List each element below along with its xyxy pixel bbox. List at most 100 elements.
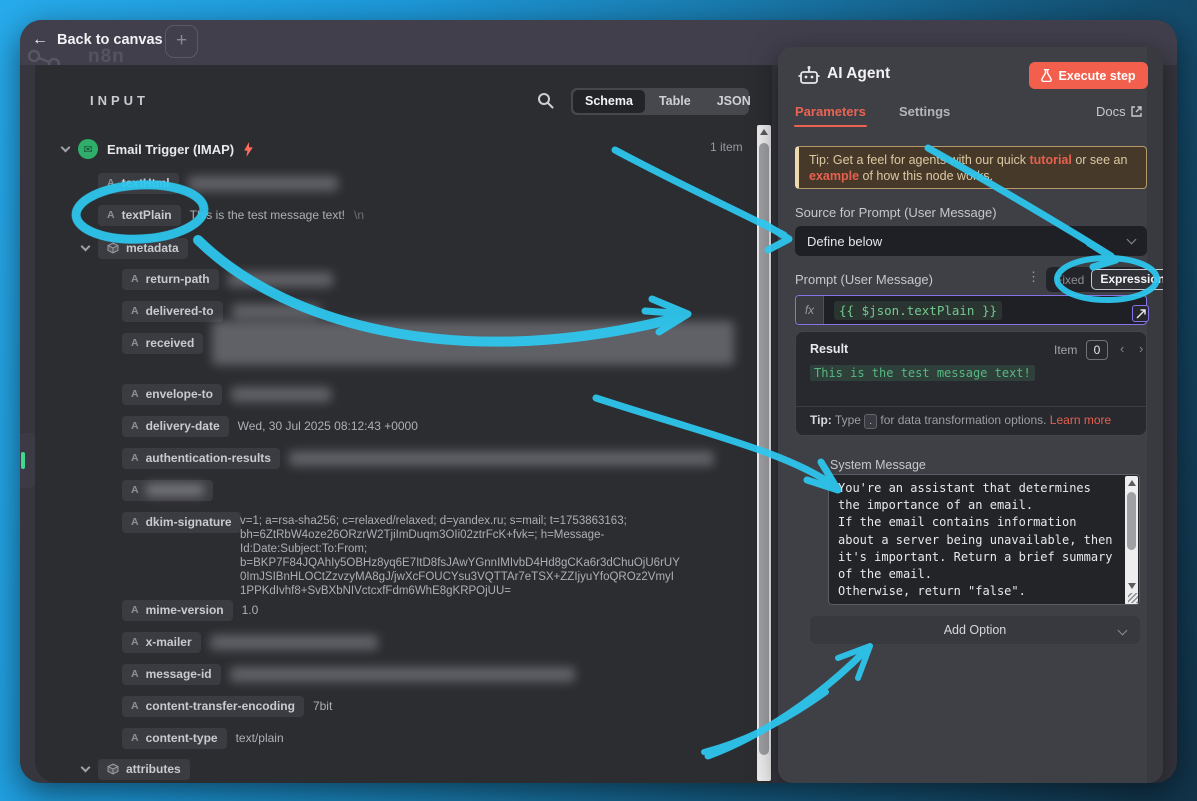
view-mode-tabs: Schema Table JSON	[571, 88, 749, 115]
external-link-icon	[1131, 106, 1142, 117]
redacted-value	[232, 304, 320, 319]
schema-field-message-id[interactable]: Amessage-id	[122, 663, 575, 685]
schema-field-envelope-to[interactable]: Aenvelope-to	[122, 383, 331, 405]
chevron-down-icon	[1127, 235, 1137, 245]
result-label: Result	[810, 342, 848, 356]
field-value: 1.0	[242, 603, 259, 617]
search-icon[interactable]	[537, 92, 554, 109]
string-type-icon: A	[131, 604, 139, 616]
object-type-icon	[107, 763, 119, 775]
node-title: AI Agent	[827, 65, 890, 83]
field-value: This is the test message text!	[190, 208, 345, 222]
field-value-suffix: \n	[354, 208, 364, 222]
back-label: Back to canvas	[57, 32, 163, 48]
flask-icon	[1041, 69, 1052, 82]
back-to-canvas-button[interactable]: ← Back to canvas	[32, 31, 163, 49]
schema-field-content-type[interactable]: Acontent-type text/plain	[122, 727, 284, 749]
scroll-up-arrow[interactable]	[1128, 480, 1136, 486]
schema-field-content-transfer-encoding[interactable]: Acontent-transfer-encoding 7bit	[122, 695, 332, 717]
chevron-down-icon[interactable]	[61, 142, 71, 152]
expression-result-box: Result Item 0 ‹ › This is the test messa…	[795, 331, 1147, 436]
schema-field-return-path[interactable]: Areturn-path	[122, 268, 333, 290]
add-option-button[interactable]: Add Option	[810, 616, 1140, 644]
string-type-icon: A	[131, 305, 139, 317]
screenshot-stage: n8n ← Back to canvas + INPUT Schema Tabl…	[0, 0, 1197, 801]
string-type-icon: A	[131, 273, 139, 285]
example-link[interactable]: example	[809, 169, 859, 183]
panel-scroll-gutter[interactable]	[1147, 47, 1163, 783]
back-arrow-icon: ←	[32, 31, 48, 49]
expand-expression-icon[interactable]	[1132, 305, 1149, 322]
parameter-options-icon[interactable]: ⋮	[1027, 269, 1040, 285]
scroll-down-arrow[interactable]	[1128, 583, 1136, 589]
tab-table[interactable]: Table	[647, 90, 703, 113]
item-label: Item	[1054, 343, 1077, 357]
divider	[796, 406, 1146, 407]
string-type-icon: A	[107, 209, 115, 221]
next-item-icon[interactable]: ›	[1139, 341, 1143, 356]
schema-node-metadata[interactable]: metadata	[82, 237, 188, 259]
learn-more-link[interactable]: Learn more	[1050, 413, 1111, 427]
schema-field-textplain[interactable]: AtextPlain This is the test message text…	[98, 204, 364, 226]
string-type-icon: A	[131, 732, 139, 744]
input-panel: INPUT Schema Table JSON 1 item ✉ Email T…	[35, 65, 772, 783]
active-tab-underline	[794, 125, 867, 127]
schema-field-delivered-to[interactable]: Adelivered-to	[122, 300, 320, 322]
chevron-down-icon[interactable]	[81, 241, 91, 251]
textarea-scrollbar[interactable]	[1125, 476, 1138, 605]
redacted-value	[210, 635, 378, 650]
scroll-up-arrow[interactable]	[760, 129, 768, 135]
redacted-value	[212, 321, 734, 365]
schema-field-redacted[interactable]: A	[122, 479, 213, 501]
result-value: This is the test message text!	[810, 365, 1035, 381]
string-type-icon: A	[131, 452, 139, 464]
tutorial-link[interactable]: tutorial	[1029, 153, 1071, 167]
input-panel-title: INPUT	[90, 93, 149, 108]
schema-field-texthtml[interactable]: AtextHtml	[98, 172, 338, 194]
redacted-value	[188, 176, 338, 191]
scrollbar-thumb[interactable]	[759, 143, 769, 755]
chevron-down-icon[interactable]	[81, 762, 91, 772]
schema-field-dkim-signature[interactable]: Adkim-signature	[122, 511, 241, 533]
scrollbar-thumb[interactable]	[1127, 492, 1136, 550]
schema-field-mime-version[interactable]: Amime-version 1.0	[122, 599, 258, 621]
node-settings-panel: AI Agent Execute step Parameters Setting…	[778, 47, 1163, 783]
string-type-icon: A	[131, 516, 139, 528]
schema-field-authentication-results[interactable]: Aauthentication-results	[122, 447, 714, 469]
system-message-text: You're an assistant that determines the …	[838, 480, 1114, 600]
input-scrollbar[interactable]	[757, 125, 771, 781]
tab-settings[interactable]: Settings	[899, 104, 950, 119]
resize-handle[interactable]	[1128, 593, 1138, 603]
schema-field-x-mailer[interactable]: Ax-mailer	[122, 631, 378, 653]
items-count: 1 item	[710, 140, 743, 154]
field-value: Wed, 30 Jul 2025 08:12:43 +0000	[238, 419, 418, 433]
fixed-expression-toggle: Fixed Expression	[1046, 267, 1147, 292]
item-index-input[interactable]: 0	[1086, 340, 1108, 360]
docs-link[interactable]: Docs	[1096, 104, 1142, 119]
source-for-prompt-select[interactable]: Define below	[795, 226, 1147, 256]
string-type-icon: A	[131, 420, 139, 432]
prev-item-icon[interactable]: ‹	[1120, 341, 1124, 356]
schema-node-email-trigger[interactable]: ✉ Email Trigger (IMAP)	[62, 138, 254, 160]
execute-step-button[interactable]: Execute step	[1029, 62, 1148, 89]
system-message-textarea[interactable]: You're an assistant that determines the …	[828, 474, 1140, 605]
expression-code[interactable]: {{ $json.textPlain }}	[834, 301, 1002, 320]
schema-node-attributes[interactable]: attributes	[82, 758, 190, 780]
tab-json[interactable]: JSON	[705, 90, 763, 113]
connection-indicator	[21, 452, 25, 469]
schema-field-received[interactable]: Areceived	[122, 332, 734, 354]
app-window: n8n ← Back to canvas + INPUT Schema Tabl…	[20, 20, 1177, 783]
tab-schema[interactable]: Schema	[573, 90, 645, 113]
redacted-value	[289, 451, 714, 466]
toggle-expression[interactable]: Expression	[1091, 269, 1163, 290]
string-type-icon: A	[107, 177, 115, 189]
prompt-expression-input[interactable]: fx {{ $json.textPlain }}	[795, 295, 1147, 325]
tab-parameters[interactable]: Parameters	[795, 104, 866, 119]
field-value: text/plain	[236, 731, 284, 745]
dkim-signature-value: v=1; a=rsa-sha256; c=relaxed/relaxed; d=…	[240, 514, 742, 598]
toggle-fixed[interactable]: Fixed	[1048, 273, 1091, 287]
string-type-icon: A	[131, 484, 139, 496]
add-node-button[interactable]: +	[165, 25, 198, 58]
schema-field-delivery-date[interactable]: Adelivery-date Wed, 30 Jul 2025 08:12:43…	[122, 415, 418, 437]
node-label: Email Trigger (IMAP)	[107, 142, 234, 157]
